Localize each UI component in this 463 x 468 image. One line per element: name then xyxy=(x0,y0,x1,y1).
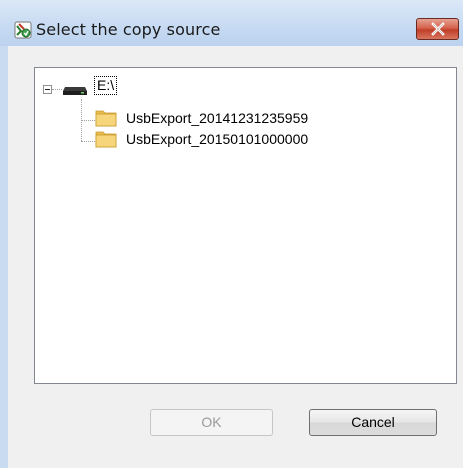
dialog-window: Select the copy source E:\ UsbExport_201… xyxy=(0,0,463,468)
drive-icon xyxy=(62,84,88,95)
cancel-button[interactable]: Cancel xyxy=(309,409,437,436)
close-button[interactable] xyxy=(416,18,459,40)
window-title: Select the copy source xyxy=(36,20,221,39)
folder-icon xyxy=(95,129,117,148)
folder-label: UsbExport_20150101000000 xyxy=(126,131,309,147)
folder-label: UsbExport_20141231235959 xyxy=(126,110,309,126)
app-icon xyxy=(14,21,32,39)
dialog-body: E:\ UsbExport_20141231235959 UsbExport_2… xyxy=(8,46,463,468)
tree-connector xyxy=(52,89,62,90)
folder-tree[interactable]: E:\ UsbExport_20141231235959 UsbExport_2… xyxy=(34,67,457,384)
tree-node-drive[interactable]: E:\ xyxy=(94,76,118,95)
close-x-icon xyxy=(431,22,445,36)
ok-button[interactable]: OK xyxy=(150,409,273,436)
title-bar[interactable]: Select the copy source xyxy=(0,0,463,46)
tree-connector xyxy=(81,141,95,142)
collapse-toggle[interactable] xyxy=(43,85,52,94)
tree-connector xyxy=(81,120,95,121)
folder-icon xyxy=(95,108,117,127)
